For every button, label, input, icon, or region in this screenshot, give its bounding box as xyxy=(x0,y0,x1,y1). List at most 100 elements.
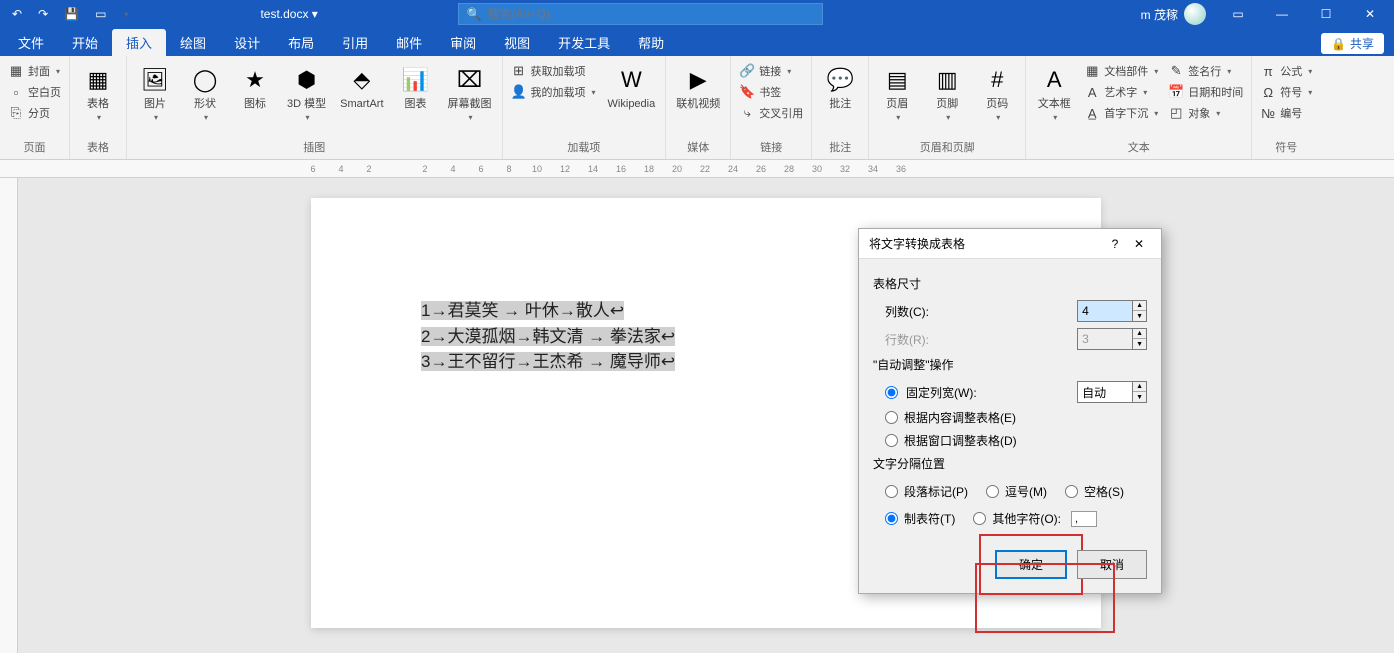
search-input[interactable] xyxy=(488,7,814,21)
fit-window-label: 根据窗口调整表格(D) xyxy=(904,432,1017,449)
undo-icon[interactable]: ↶ xyxy=(8,5,26,23)
chart-button[interactable]: 📊图表 xyxy=(394,62,438,113)
sep-other-input[interactable] xyxy=(1071,511,1097,527)
tab-layout[interactable]: 布局 xyxy=(274,29,328,56)
autosave-icon[interactable]: ▭ xyxy=(91,5,110,23)
pagenumber-button[interactable]: #页码▾ xyxy=(975,62,1019,124)
tab-home[interactable]: 开始 xyxy=(58,29,112,56)
screenshot-button[interactable]: ⌧屏幕截图▾ xyxy=(444,62,496,124)
qat-dropdown-icon[interactable]: ▾ xyxy=(120,8,132,21)
tab-references[interactable]: 引用 xyxy=(328,29,382,56)
header-button[interactable]: ▤页眉▾ xyxy=(875,62,919,124)
close-icon[interactable]: ✕ xyxy=(1350,0,1390,28)
quickparts-button[interactable]: ▦文档部件▾ xyxy=(1082,62,1160,80)
dropcap-button[interactable]: A̲首字下沉▾ xyxy=(1082,104,1160,122)
redo-icon[interactable]: ↷ xyxy=(34,5,52,23)
tab-mailings[interactable]: 邮件 xyxy=(382,29,436,56)
vertical-ruler[interactable] xyxy=(0,178,18,653)
avatar xyxy=(1184,3,1206,25)
equation-button[interactable]: π公式▾ xyxy=(1258,62,1314,80)
sep-space-radio[interactable] xyxy=(1065,485,1078,498)
rows-down-icon: ▼ xyxy=(1133,339,1146,349)
pictures-button[interactable]: 🖼图片▾ xyxy=(133,62,177,124)
dialog-close-icon[interactable]: ✕ xyxy=(1127,237,1151,251)
columns-up-icon[interactable]: ▲ xyxy=(1133,301,1146,311)
symbol-button[interactable]: Ω符号▾ xyxy=(1258,83,1314,101)
search-box[interactable]: 🔍 xyxy=(458,3,823,25)
search-icon: 🔍 xyxy=(467,7,482,21)
wordart-button[interactable]: A艺术字▾ xyxy=(1082,83,1160,101)
sep-paragraph-radio[interactable] xyxy=(885,485,898,498)
convert-text-to-table-dialog: 将文字转换成表格 ? ✕ 表格尺寸 列数(C): ▲▼ 行数(R): ▲▼ "自… xyxy=(858,228,1162,594)
textbox-button[interactable]: A文本框▾ xyxy=(1032,62,1076,124)
tab-developer[interactable]: 开发工具 xyxy=(544,29,624,56)
section-separator: 文字分隔位置 xyxy=(873,455,1147,472)
table-button[interactable]: ▦表格▾ xyxy=(76,62,120,124)
sep-other-radio[interactable] xyxy=(973,512,986,525)
tab-design[interactable]: 设计 xyxy=(220,29,274,56)
ok-button[interactable]: 确定 xyxy=(995,550,1067,579)
dialog-help-icon[interactable]: ? xyxy=(1103,237,1127,251)
online-video-button[interactable]: ▶联机视频 xyxy=(672,62,724,113)
signature-button[interactable]: ✎签名行▾ xyxy=(1166,62,1245,80)
datetime-button[interactable]: 📅日期和时间 xyxy=(1166,83,1245,101)
tab-view[interactable]: 视图 xyxy=(490,29,544,56)
width-down-icon[interactable]: ▼ xyxy=(1133,392,1146,402)
group-comments-label: 批注 xyxy=(829,137,851,157)
columns-input[interactable] xyxy=(1077,300,1133,322)
sep-tab-radio[interactable] xyxy=(885,512,898,525)
save-icon[interactable]: 💾 xyxy=(60,5,83,23)
cover-page-button[interactable]: ▦封面▾ xyxy=(6,62,63,80)
group-illustrations-label: 插图 xyxy=(303,137,325,157)
link-button[interactable]: 🔗链接▾ xyxy=(737,62,805,80)
columns-down-icon[interactable]: ▼ xyxy=(1133,311,1146,321)
bookmark-button[interactable]: 🔖书签 xyxy=(737,83,805,101)
maximize-icon[interactable]: ☐ xyxy=(1306,0,1346,28)
comment-button[interactable]: 💬批注 xyxy=(818,62,862,113)
minimize-icon[interactable]: — xyxy=(1262,0,1302,28)
tab-help[interactable]: 帮助 xyxy=(624,29,678,56)
tab-draw[interactable]: 绘图 xyxy=(166,29,220,56)
wikipedia-button[interactable]: WWikipedia xyxy=(604,62,660,113)
shapes-button[interactable]: ◯形状▾ xyxy=(183,62,227,124)
group-headerfooter-label: 页眉和页脚 xyxy=(920,137,975,157)
sep-comma-radio[interactable] xyxy=(986,485,999,498)
dialog-title: 将文字转换成表格 xyxy=(869,235,1103,252)
tab-insert[interactable]: 插入 xyxy=(112,29,166,56)
document-title: test.docx ▾ xyxy=(260,7,317,21)
my-addins-button[interactable]: 👤我的加载项▾ xyxy=(509,83,598,101)
object-button[interactable]: ◰对象▾ xyxy=(1166,104,1245,122)
group-pages-label: 页面 xyxy=(24,137,46,157)
group-symbols-label: 符号 xyxy=(1275,137,1297,157)
tab-file[interactable]: 文件 xyxy=(4,29,58,56)
page-break-button[interactable]: ⎘分页 xyxy=(6,104,63,122)
footer-button[interactable]: ▥页脚▾ xyxy=(925,62,969,124)
ribbon-display-icon[interactable]: ▭ xyxy=(1218,0,1258,28)
3dmodel-button[interactable]: ⬢3D 模型▾ xyxy=(283,62,330,124)
section-autofit: "自动调整"操作 xyxy=(873,356,1147,373)
crossref-button[interactable]: ⤷交叉引用 xyxy=(737,104,805,122)
blank-page-button[interactable]: ▫空白页 xyxy=(6,83,63,101)
horizontal-ruler[interactable]: 64224681012141618202224262830323436 xyxy=(0,160,1394,178)
share-button[interactable]: 🔒 共享 xyxy=(1321,33,1384,54)
rows-up-icon: ▲ xyxy=(1133,329,1146,339)
group-text-label: 文本 xyxy=(1128,137,1150,157)
number-button[interactable]: №编号 xyxy=(1258,104,1314,122)
tab-review[interactable]: 审阅 xyxy=(436,29,490,56)
get-addins-button[interactable]: ⊞获取加载项 xyxy=(509,62,598,80)
group-tables-label: 表格 xyxy=(87,137,109,157)
fixed-width-input[interactable] xyxy=(1077,381,1133,403)
width-up-icon[interactable]: ▲ xyxy=(1133,382,1146,392)
doc-line-3[interactable]: 3→王不留行→王杰希 → 魔导师↩ xyxy=(421,352,675,371)
section-table-size: 表格尺寸 xyxy=(873,275,1147,292)
fixed-width-radio[interactable] xyxy=(885,386,898,399)
user-account[interactable]: m 茂稼 xyxy=(1141,3,1206,25)
doc-line-2[interactable]: 2→大漠孤烟→韩文清 → 拳法家↩ xyxy=(421,327,675,346)
rows-input xyxy=(1077,328,1133,350)
fit-window-radio[interactable] xyxy=(885,434,898,447)
doc-line-1[interactable]: 1→君莫笑 → 叶休→散人↩ xyxy=(421,301,624,320)
fit-content-radio[interactable] xyxy=(885,411,898,424)
smartart-button[interactable]: ⬘SmartArt xyxy=(336,62,387,113)
icons-button[interactable]: ★图标 xyxy=(233,62,277,113)
cancel-button[interactable]: 取消 xyxy=(1077,550,1147,579)
